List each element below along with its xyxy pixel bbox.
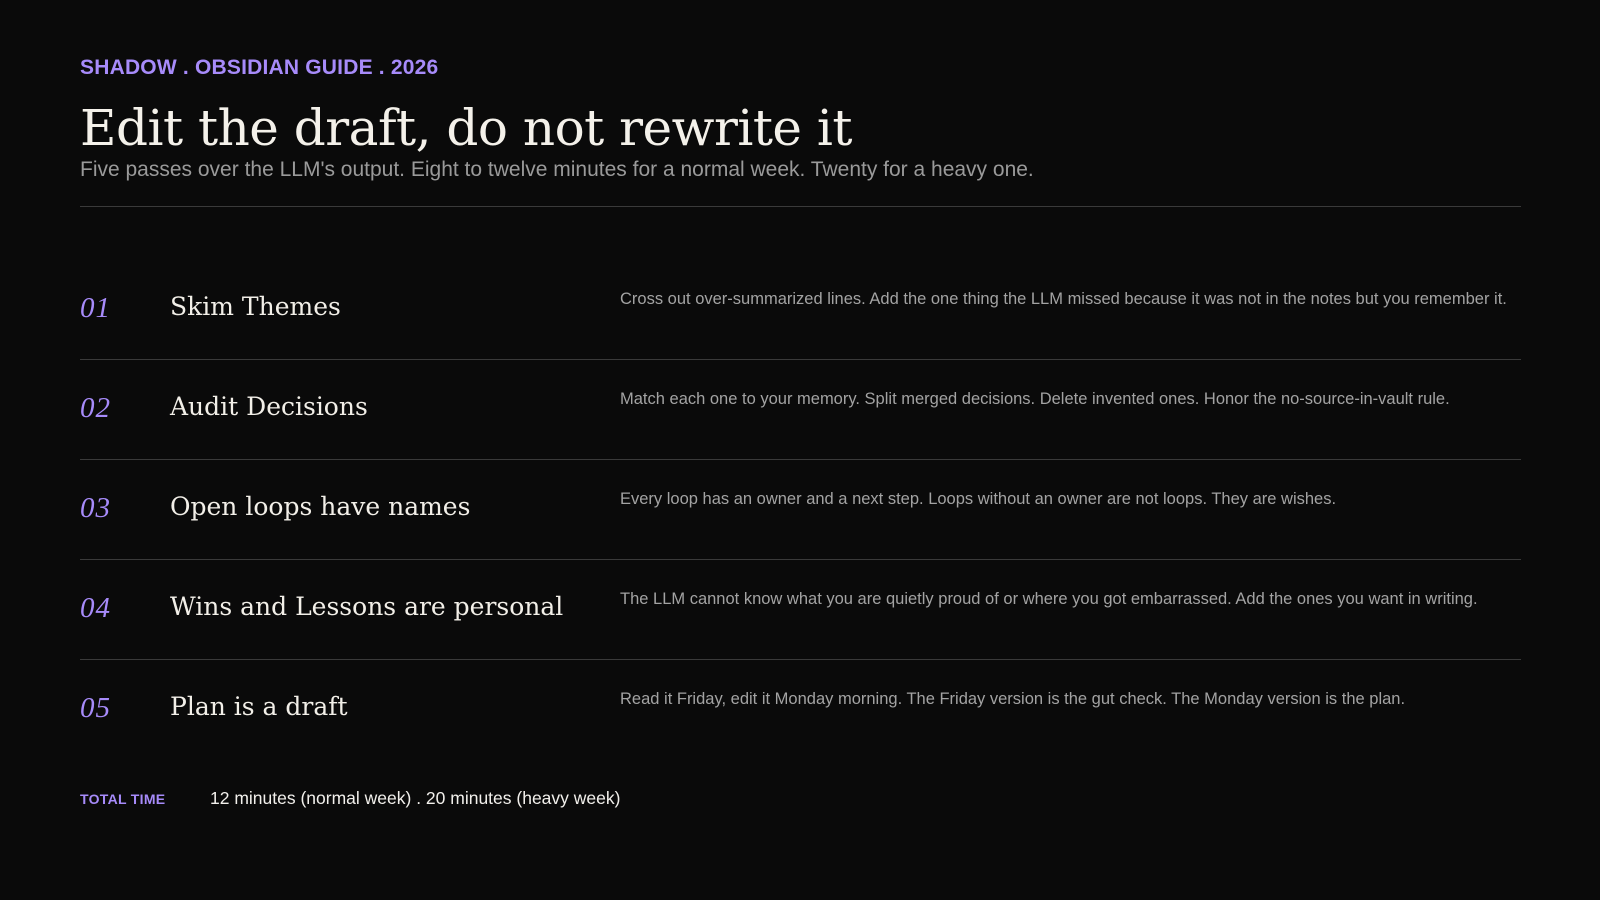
- step-description: Cross out over-summarized lines. Add the…: [620, 290, 1507, 308]
- step-number: 04: [80, 592, 111, 624]
- step-title: Open loops have names: [170, 492, 471, 521]
- header-divider: [80, 206, 1521, 207]
- steps-list: 01 Skim Themes Cross out over-summarized…: [80, 260, 1521, 760]
- step-row: 01 Skim Themes Cross out over-summarized…: [80, 260, 1521, 360]
- step-description: Match each one to your memory. Split mer…: [620, 390, 1450, 408]
- step-title: Skim Themes: [170, 292, 341, 321]
- step-description: The LLM cannot know what you are quietly…: [620, 590, 1478, 608]
- total-time-value: 12 minutes (normal week) . 20 minutes (h…: [210, 788, 621, 808]
- step-number: 03: [80, 492, 111, 524]
- step-description: Read it Friday, edit it Monday morning. …: [620, 690, 1406, 708]
- step-number: 05: [80, 692, 111, 724]
- kicker: SHADOW . OBSIDIAN GUIDE . 2026: [80, 56, 439, 79]
- page-subtitle: Five passes over the LLM's output. Eight…: [80, 158, 1034, 181]
- step-number: 01: [80, 292, 111, 324]
- step-title: Wins and Lessons are personal: [170, 592, 564, 621]
- step-row: 02 Audit Decisions Match each one to you…: [80, 360, 1521, 460]
- step-row: 05 Plan is a draft Read it Friday, edit …: [80, 660, 1521, 760]
- step-title: Plan is a draft: [170, 692, 348, 721]
- total-time: TOTAL TIME 12 minutes (normal week) . 20…: [80, 788, 620, 809]
- step-row: 03 Open loops have names Every loop has …: [80, 460, 1521, 560]
- step-row: 04 Wins and Lessons are personal The LLM…: [80, 560, 1521, 660]
- step-description: Every loop has an owner and a next step.…: [620, 490, 1337, 508]
- slide: SHADOW . OBSIDIAN GUIDE . 2026 Edit the …: [80, 0, 1521, 900]
- total-time-label: TOTAL TIME: [80, 791, 166, 807]
- page-title: Edit the draft, do not rewrite it: [80, 99, 853, 157]
- step-title: Audit Decisions: [170, 392, 368, 421]
- step-number: 02: [80, 392, 111, 424]
